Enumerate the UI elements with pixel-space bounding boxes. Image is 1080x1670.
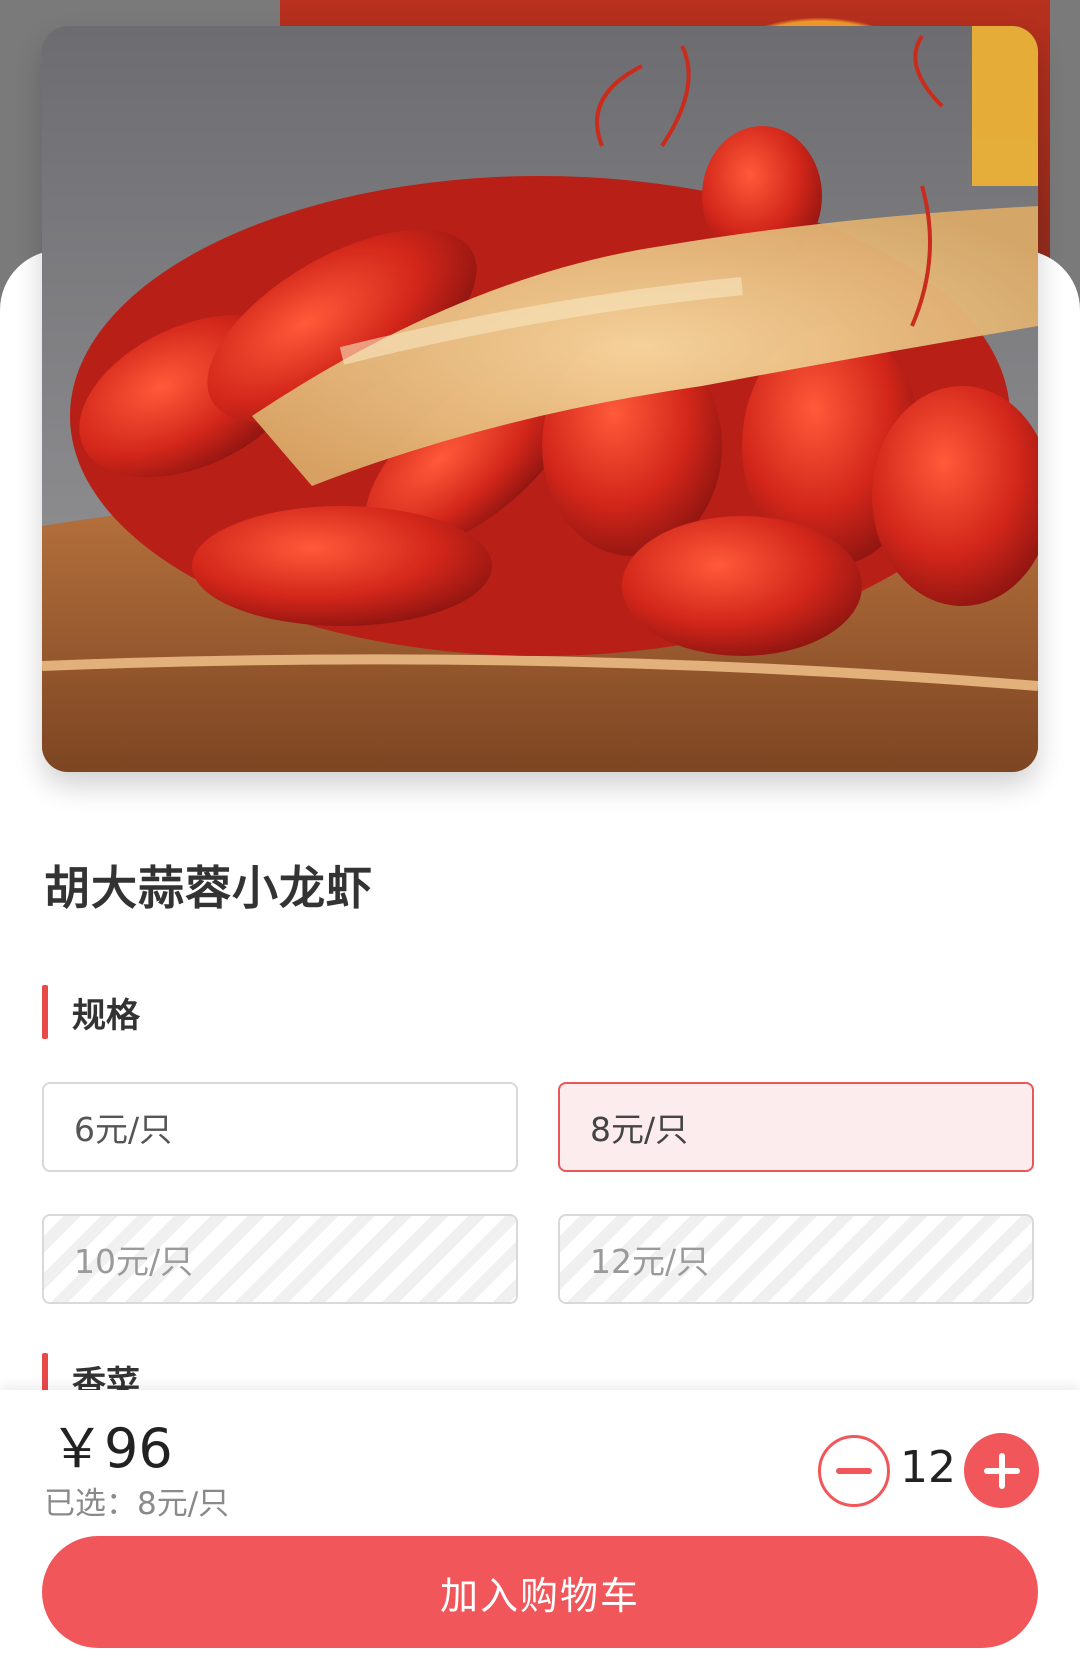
quantity-value: 12 <box>900 1442 956 1493</box>
selected-summary: 已选：8元/只 <box>44 1486 230 1522</box>
product-title: 胡大蒜蓉小龙虾 <box>44 861 373 915</box>
minus-icon <box>836 1468 872 1474</box>
product-detail-page: 胡大蒜蓉小龙虾 规格 6元/只 8元/只 10元/只 12元/只 香菜 ￥96 … <box>0 0 1080 1670</box>
plus-icon <box>983 1452 1020 1489</box>
add-to-cart-button[interactable]: 加入购物车 <box>42 1536 1038 1648</box>
product-image <box>42 26 1038 772</box>
increase-quantity-button[interactable] <box>964 1433 1039 1508</box>
total-price: ￥96 <box>50 1417 173 1480</box>
section-accent-bar <box>42 985 48 1039</box>
spec-option-8-selected[interactable]: 8元/只 <box>558 1082 1034 1172</box>
cart-bar: ￥96 已选：8元/只 12 加入购物车 <box>0 1390 1080 1670</box>
decrease-quantity-button[interactable] <box>818 1435 890 1507</box>
spec-option-6[interactable]: 6元/只 <box>42 1082 518 1172</box>
spec-option-12-disabled[interactable]: 12元/只 <box>558 1214 1034 1304</box>
spec-section-label: 规格 <box>72 995 140 1036</box>
spec-section-header: 规格 <box>42 984 140 1040</box>
spec-option-10-disabled[interactable]: 10元/只 <box>42 1214 518 1304</box>
